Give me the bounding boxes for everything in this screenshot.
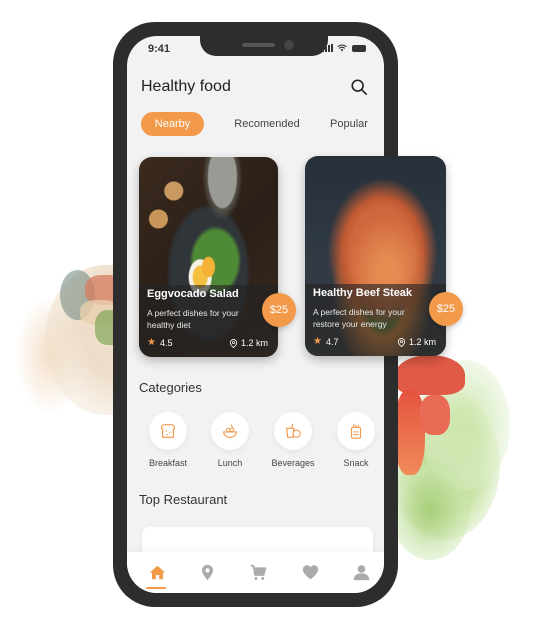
rating-value: 4.5 [159, 337, 173, 348]
nav-favorites[interactable] [299, 564, 321, 586]
stage: 9:41 Healthy food Nearby Recomended Popu… [0, 0, 540, 625]
nav-cart[interactable] [247, 564, 269, 586]
categories-title: Categories [139, 380, 202, 395]
top-restaurant-title: Top Restaurant [139, 492, 228, 507]
signal-icon [322, 44, 333, 52]
tab-popular[interactable]: Popular [324, 112, 374, 136]
bread-icon [160, 424, 176, 438]
star-icon: ★ [313, 336, 322, 347]
category-icon-circle [274, 412, 312, 450]
food-rating: ★ 4.7 [313, 336, 338, 347]
search-icon[interactable] [350, 78, 368, 96]
drink-icon [286, 423, 301, 438]
category-icon-circle [149, 412, 187, 450]
profile-icon [353, 565, 369, 581]
food-name: Healthy Beef Steak [313, 287, 413, 299]
filter-tabs: Nearby Recomended Popular [141, 112, 373, 136]
battery-icon [352, 45, 366, 52]
home-icon [149, 565, 165, 580]
location-icon [201, 564, 213, 581]
speaker [242, 43, 275, 47]
category-icon-circle [211, 412, 249, 450]
rating-value: 4.7 [325, 336, 339, 347]
star-icon: ★ [147, 337, 156, 348]
background-salad-image [390, 350, 520, 570]
category-beverages[interactable]: Beverages [263, 412, 323, 468]
bowl-icon [223, 424, 237, 438]
page-title: Healthy food [141, 78, 231, 95]
wifi-icon [337, 44, 347, 52]
food-distance: 1.2 km [397, 337, 436, 347]
camera [284, 40, 294, 50]
food-rating: ★ 4.5 [147, 337, 172, 348]
bottom-nav [127, 552, 384, 593]
food-distance: 1.2 km [229, 338, 268, 348]
nav-home[interactable] [146, 564, 168, 586]
snack-jar-icon [350, 423, 362, 439]
heart-icon [302, 565, 318, 580]
category-label: Snack [343, 458, 369, 468]
category-icon-circle [337, 412, 375, 450]
food-card-eggvocado-salad[interactable]: Eggvocado Salad A perfect dishes for you… [139, 157, 278, 357]
category-lunch[interactable]: Lunch [200, 412, 260, 468]
location-pin-icon [229, 338, 238, 348]
price-badge: $25 [262, 293, 296, 327]
distance-value: 1.2 km [408, 337, 436, 347]
food-description: A perfect dishes for your restore your e… [313, 307, 405, 329]
status-icons [322, 44, 366, 52]
phone-notch [200, 36, 328, 56]
category-label: Lunch [217, 458, 243, 468]
category-label: Beverages [271, 458, 315, 468]
nav-location[interactable] [196, 564, 218, 586]
nav-profile[interactable] [350, 564, 372, 586]
active-nav-indicator [146, 587, 166, 589]
distance-value: 1.2 km [240, 338, 268, 348]
price-badge: $25 [429, 292, 463, 326]
food-description: A perfect dishes for your healthy diet [147, 308, 239, 330]
status-time: 9:41 [148, 43, 171, 55]
tab-nearby[interactable]: Nearby [141, 112, 204, 136]
cart-icon [250, 564, 266, 580]
tab-recomended[interactable]: Recomended [227, 112, 307, 136]
category-label: Breakfast [148, 458, 188, 468]
location-pin-icon [397, 337, 406, 347]
food-name: Eggvocado Salad [147, 288, 239, 300]
category-breakfast[interactable]: Breakfast [138, 412, 198, 468]
categories-list: Breakfast Lunch Beverages Snack [149, 412, 375, 472]
food-card-healthy-beef-steak[interactable]: Healthy Beef Steak A perfect dishes for … [305, 156, 446, 356]
category-snack[interactable]: Snack [326, 412, 384, 468]
